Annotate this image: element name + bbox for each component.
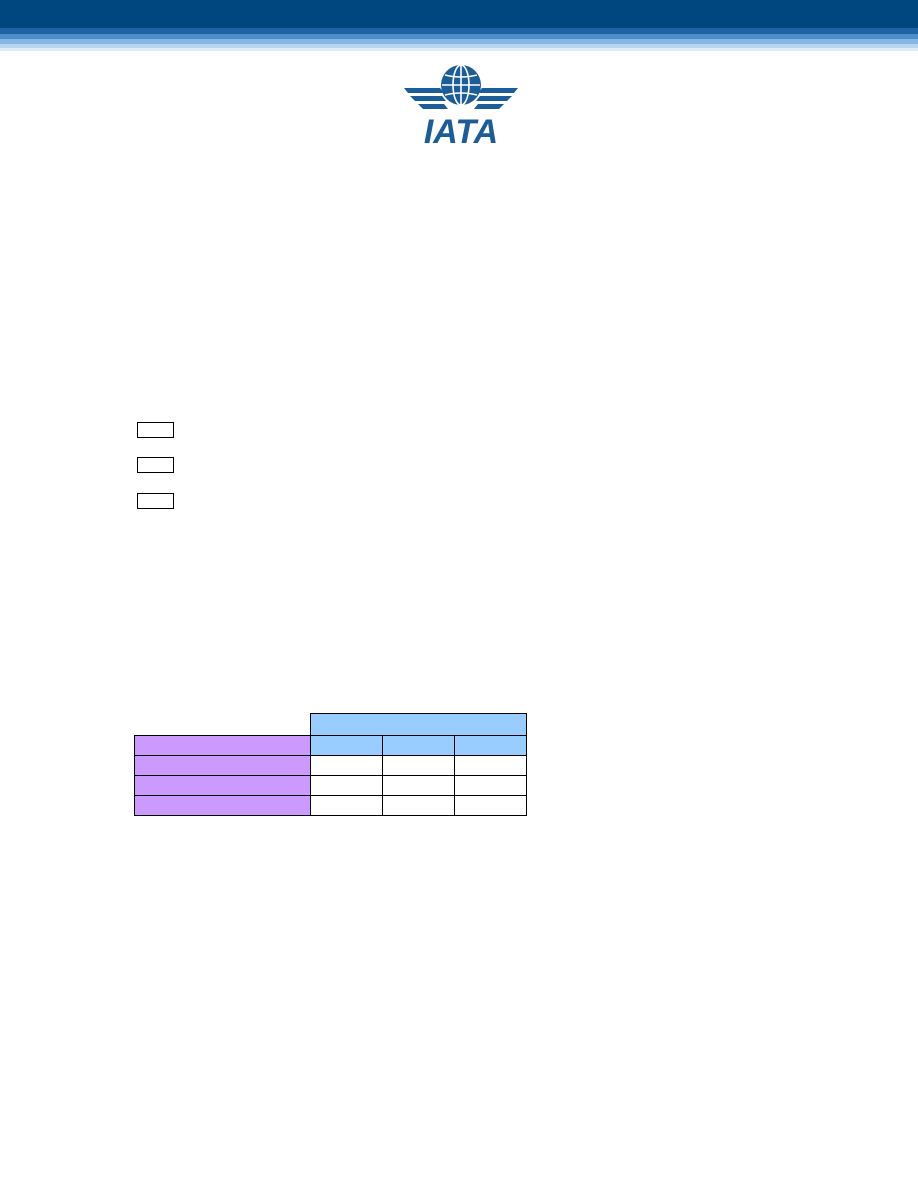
table-row-label-header [134, 735, 311, 756]
table-cell[interactable] [454, 755, 527, 776]
table-row-label [134, 775, 311, 796]
table-column-header [310, 735, 383, 756]
table-cell[interactable] [310, 775, 383, 796]
checkbox-3[interactable] [137, 493, 174, 509]
checkbox-1[interactable] [137, 422, 174, 438]
table-column-header [382, 735, 455, 756]
table-row-label [134, 755, 311, 776]
header-band-stripe [0, 48, 918, 51]
iata-globe-wings-logo-icon: IATA [404, 64, 518, 151]
header-band [0, 0, 918, 54]
checkbox-2[interactable] [137, 457, 174, 473]
table-cell[interactable] [382, 775, 455, 796]
table-group-header [310, 713, 527, 736]
table-cell[interactable] [382, 795, 455, 816]
table-cell[interactable] [454, 775, 527, 796]
data-table [134, 713, 527, 816]
table-group-header-row [135, 713, 527, 736]
table-header-row [134, 735, 527, 756]
table-row [134, 755, 527, 776]
table-cell[interactable] [310, 795, 383, 816]
table-row [134, 775, 527, 796]
table-corner [135, 714, 311, 736]
iata-logo: IATA [402, 60, 520, 151]
logo-wordmark: IATA [424, 113, 498, 148]
table-cell[interactable] [310, 755, 383, 776]
table-cell[interactable] [382, 755, 455, 776]
table-cell[interactable] [454, 795, 527, 816]
table-row-label [134, 795, 311, 816]
header-band-stripe [0, 0, 918, 28]
table-row [134, 795, 527, 816]
table-column-header [454, 735, 527, 756]
